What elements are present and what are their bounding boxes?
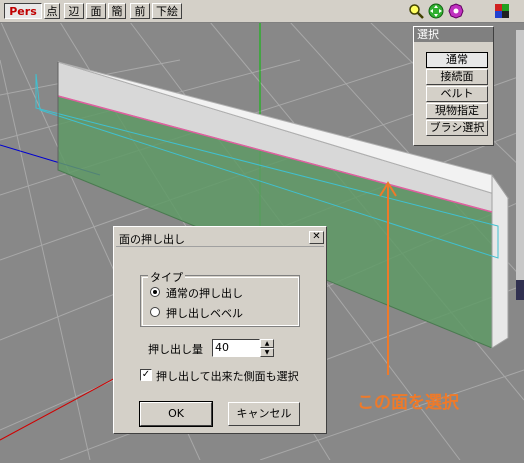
select-normal-button[interactable]: 通常 [426, 52, 488, 68]
annotation-label: この面を選択 [357, 393, 459, 413]
select-sides-checkbox[interactable]: ✓ [140, 369, 152, 381]
radio-normal-extrude[interactable] [150, 287, 160, 297]
mode-vertex-button[interactable]: 点 [44, 3, 60, 19]
select-connected-button[interactable]: 接続面 [426, 69, 488, 85]
select-object-button[interactable]: 現物指定 [426, 103, 488, 119]
select-panel: 選択 通常 接続面 ベルト 現物指定 ブラシ選択 [413, 26, 494, 146]
select-sides-label[interactable]: 押し出して出来た側面も選択 [156, 368, 299, 384]
cancel-button[interactable]: キャンセル [228, 402, 300, 426]
spin-up-button[interactable]: ▲ [260, 339, 274, 348]
type-group-label: タイプ [148, 269, 185, 285]
radio-bevel-extrude-label[interactable]: 押し出しベベル [166, 305, 243, 321]
view-mode-button[interactable]: Pers [4, 3, 42, 19]
ok-button[interactable]: OK [139, 401, 213, 427]
mode-edge-button[interactable]: 辺 [64, 3, 84, 19]
spin-down-button[interactable]: ▼ [260, 348, 274, 357]
mode-face-button[interactable]: 面 [86, 3, 106, 19]
extrude-dialog: 面の押し出し ✕ タイプ 通常の押し出し 押し出しベベル 押し出し量 40 ▲ … [113, 226, 327, 434]
amount-input[interactable]: 40 [212, 339, 260, 357]
select-belt-button[interactable]: ベルト [426, 86, 488, 102]
radio-normal-extrude-label[interactable]: 通常の押し出し [166, 285, 243, 301]
move-icon[interactable] [428, 3, 444, 19]
close-icon[interactable]: ✕ [309, 231, 324, 244]
toolbar: Pers 点 辺 面 簡 前 下絵 [0, 0, 524, 23]
mode-front-button[interactable]: 前 [130, 3, 150, 19]
amount-label: 押し出し量 [148, 343, 203, 356]
dialog-title: 面の押し出し [119, 233, 185, 246]
block-side-face [491, 173, 509, 349]
mode-simple-button[interactable]: 簡 [108, 3, 126, 19]
color-grid-icon[interactable] [494, 3, 510, 19]
dialog-titlebar[interactable]: 面の押し出し ✕ [116, 229, 324, 247]
magnify-icon[interactable] [408, 3, 424, 19]
select-brush-button[interactable]: ブラシ選択 [426, 120, 488, 136]
rotate-icon[interactable] [448, 3, 464, 19]
radio-bevel-extrude[interactable] [150, 307, 160, 317]
mode-underlay-button[interactable]: 下絵 [152, 3, 182, 19]
select-panel-title: 選択 [414, 27, 493, 42]
